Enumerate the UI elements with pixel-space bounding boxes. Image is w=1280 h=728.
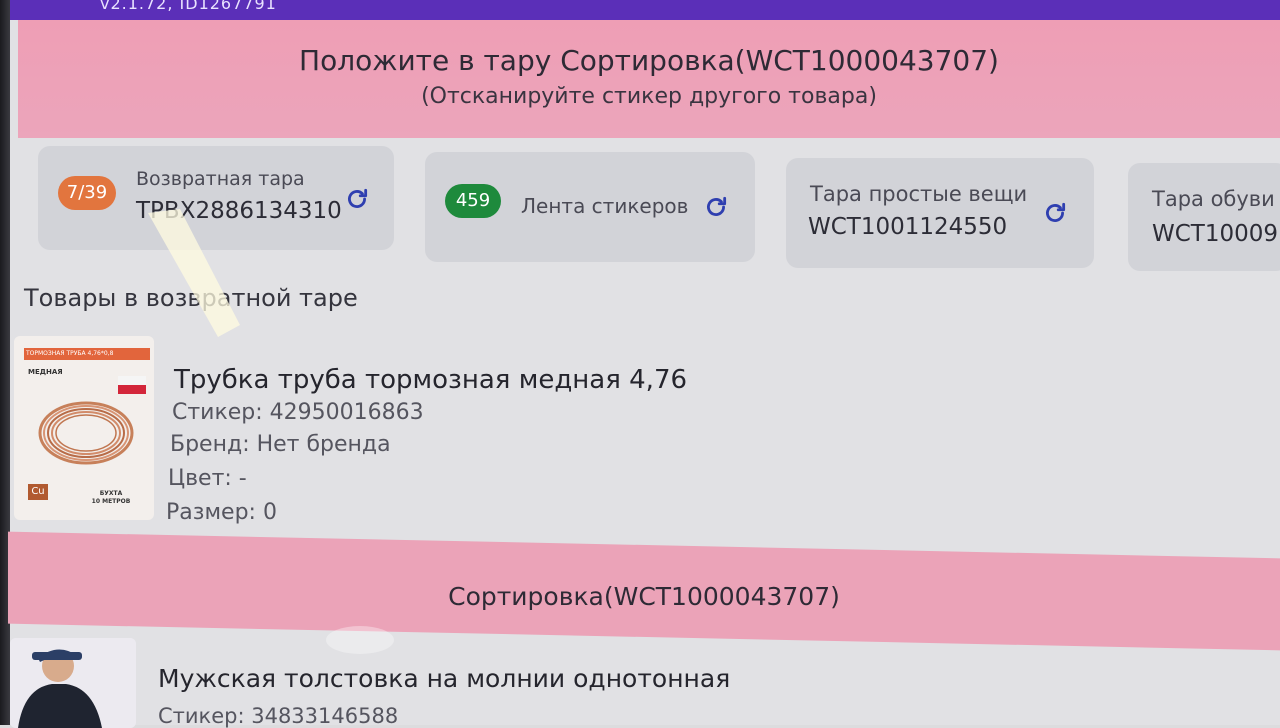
return-container-card[interactable]: 7/39 Возвратная тара TPBX2886134310 <box>38 146 394 250</box>
refresh-icon[interactable] <box>703 194 729 220</box>
copper-coil-icon <box>38 401 134 465</box>
return-container-label: Возвратная тара <box>136 168 305 190</box>
refresh-icon[interactable] <box>1042 200 1068 226</box>
shoes-container-card[interactable]: Тара обуви WCT10009 <box>1128 163 1280 271</box>
shoes-container-label: Тара обуви <box>1152 187 1275 211</box>
sticker-tape-label: Лента стикеров <box>521 194 689 218</box>
return-items-heading: Товары в возвратной таре <box>24 284 358 312</box>
simple-items-label: Тара простые вещи <box>810 182 1028 206</box>
product-image: ТОРМОЗНАЯ ТРУБА 4,76*0,8 МЕДНАЯ Cu БУХТА… <box>14 336 154 520</box>
app-screen: v2.1.72, ID1267791 Положите в тару Сорти… <box>0 0 1280 728</box>
product2-title: Мужская толстовка на молнии однотонная <box>158 664 731 693</box>
sort-section-title: Сортировка(WCT1000043707) <box>448 582 840 611</box>
product-size: Размер: 0 <box>166 500 277 525</box>
sticker-count-badge: 459 <box>445 184 501 218</box>
product-image-material: МЕДНАЯ <box>28 368 63 376</box>
product-image-bottom-text: БУХТА 10 МЕТРОВ <box>91 490 131 505</box>
version-text: v2.1.72, ID1267791 <box>100 0 277 13</box>
instruction-subtitle: (Отсканируйте стикер другого товара) <box>421 84 877 109</box>
top-status-bar: v2.1.72, ID1267791 <box>10 0 1280 20</box>
instruction-title: Положите в тару Сортировка(WCT1000043707… <box>299 44 999 77</box>
product2-image <box>10 638 136 728</box>
product-image-top-text: ТОРМОЗНАЯ ТРУБА 4,76*0,8 <box>24 348 150 360</box>
return-count-badge: 7/39 <box>58 176 116 210</box>
product2-sticker: Стикер: 34833146588 <box>158 704 399 728</box>
instruction-banner: Положите в тару Сортировка(WCT1000043707… <box>18 20 1280 138</box>
product-title: Трубка труба тормозная медная 4,76 <box>174 365 688 395</box>
flag-icon <box>118 376 146 394</box>
return-container-value: TPBX2886134310 <box>136 198 342 224</box>
person-photo-icon <box>10 638 136 728</box>
product-brand: Бренд: Нет бренда <box>170 432 391 457</box>
refresh-icon[interactable] <box>344 186 370 212</box>
shoes-container-value: WCT10009 <box>1152 221 1279 247</box>
product-sticker: Стикер: 42950016863 <box>172 400 424 425</box>
simple-items-value: WCT1001124550 <box>808 214 1008 240</box>
simple-items-container-card[interactable]: Тара простые вещи WCT1001124550 <box>786 158 1094 268</box>
product-image-element: Cu <box>28 484 48 500</box>
sticker-tape-card[interactable]: 459 Лента стикеров <box>425 152 755 262</box>
product-color: Цвет: - <box>168 466 247 491</box>
